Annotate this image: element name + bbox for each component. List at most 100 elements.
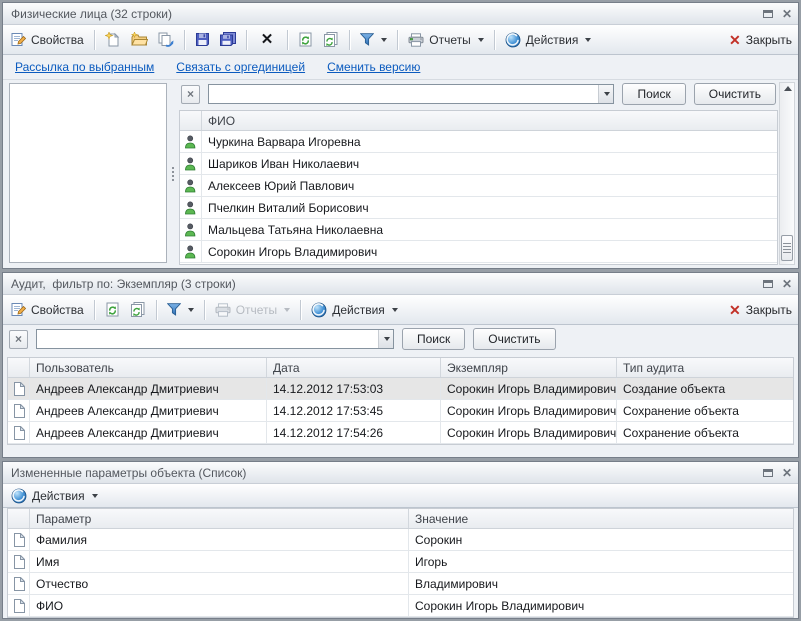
audit-row[interactable]: Андреев Александр Дмитриевич 14.12.2012 …: [8, 422, 793, 444]
link-change-version[interactable]: Сменить версию: [327, 60, 420, 74]
link-send-to-selected[interactable]: Рассылка по выбранным: [15, 60, 154, 74]
filter-icon: [360, 33, 374, 46]
persons-grid-header[interactable]: ФИО: [180, 111, 777, 131]
combo-dropdown-button[interactable]: [598, 85, 613, 103]
link-bind-orgunit[interactable]: Связать с оргединицей: [176, 60, 305, 74]
audit-row[interactable]: Андреев Александр Дмитриевич 14.12.2012 …: [8, 400, 793, 422]
refresh-icon: [298, 32, 313, 47]
param-row[interactable]: ФИО Сорокин Игорь Владимирович: [8, 595, 793, 617]
document-icon: [13, 577, 25, 591]
maximize-icon[interactable]: [763, 10, 773, 18]
document-icon: [13, 599, 25, 613]
toolbar-separator: [397, 30, 398, 50]
params-grid-header[interactable]: Параметр Значение: [8, 509, 793, 529]
app-window: Физические лица (32 строки) ✕ Свойства: [0, 0, 801, 621]
properties-icon: [11, 32, 26, 47]
toolbar-separator: [156, 300, 157, 320]
search-button[interactable]: Поиск: [402, 328, 465, 350]
refresh-button[interactable]: [294, 30, 317, 49]
clear-filter-icon[interactable]: ×: [9, 330, 28, 349]
filter-button[interactable]: [163, 301, 198, 318]
properties-button[interactable]: Свойства: [7, 30, 88, 49]
column-value[interactable]: Значение: [409, 509, 793, 528]
chevron-down-icon: [392, 308, 398, 312]
column-instance[interactable]: Экземпляр: [441, 358, 617, 377]
column-parameter[interactable]: Параметр: [30, 509, 409, 528]
param-row[interactable]: Фамилия Сорокин: [8, 529, 793, 551]
printer-icon: [215, 303, 231, 317]
person-row[interactable]: Мальцева Татьяна Николаевна: [180, 219, 777, 241]
maximize-icon[interactable]: [763, 280, 773, 288]
clear-filter-icon[interactable]: ×: [181, 85, 200, 104]
refresh-all-icon: [323, 32, 339, 47]
delete-button[interactable]: ✕: [253, 30, 282, 49]
column-fio[interactable]: ФИО: [202, 111, 777, 130]
person-row[interactable]: Пчелкин Виталий Борисович: [180, 197, 777, 219]
actions-button[interactable]: Действия: [7, 486, 102, 506]
refresh-all-button[interactable]: [319, 30, 343, 49]
audit-row[interactable]: Андреев Александр Дмитриевич 14.12.2012 …: [8, 378, 793, 400]
save-icon: [195, 32, 210, 47]
actions-button[interactable]: Действия: [501, 30, 596, 50]
search-button[interactable]: Поиск: [622, 83, 685, 105]
close-panel-button[interactable]: ✕ Закрыть: [729, 33, 792, 47]
combo-dropdown-button[interactable]: [378, 330, 393, 348]
chevron-down-icon: [604, 92, 610, 96]
new-record-button[interactable]: [101, 30, 125, 50]
clear-button[interactable]: Очистить: [473, 328, 555, 350]
open-button[interactable]: [127, 30, 152, 49]
audit-grid-header[interactable]: Пользователь Дата Экземпляр Тип аудита: [8, 358, 793, 378]
document-icon: [13, 555, 25, 569]
person-row[interactable]: Сорокин Игорь Владимирович: [180, 241, 777, 263]
document-icon: [13, 533, 25, 547]
printer-icon: [408, 33, 424, 47]
save-all-button[interactable]: [216, 30, 240, 49]
persons-search-row: × Поиск Очистить: [179, 82, 778, 110]
refresh-icon: [105, 302, 120, 317]
close-panel-button[interactable]: ✕ Закрыть: [729, 303, 792, 317]
search-input[interactable]: [37, 330, 378, 348]
refresh-all-button[interactable]: [126, 300, 150, 319]
vertical-scrollbar[interactable]: [779, 82, 795, 265]
toolbar-separator: [184, 30, 185, 50]
chevron-down-icon: [92, 494, 98, 498]
close-icon[interactable]: ✕: [782, 8, 792, 20]
save-button[interactable]: [191, 30, 214, 49]
close-icon[interactable]: ✕: [782, 278, 792, 290]
search-combobox[interactable]: [36, 329, 394, 349]
column-date[interactable]: Дата: [267, 358, 441, 377]
reports-button[interactable]: Отчеты: [404, 31, 487, 49]
scroll-up-icon[interactable]: [784, 86, 792, 91]
document-icon: [13, 426, 25, 440]
close-icon[interactable]: ✕: [782, 467, 792, 479]
panel-persons: Физические лица (32 строки) ✕ Свойства: [2, 2, 799, 269]
chevron-down-icon: [585, 38, 591, 42]
scrollbar-thumb[interactable]: [781, 235, 793, 261]
left-tree-pane[interactable]: [9, 83, 167, 263]
refresh-button[interactable]: [101, 300, 124, 319]
clear-button[interactable]: Очистить: [694, 83, 776, 105]
chevron-down-icon: [381, 38, 387, 42]
search-combobox[interactable]: [208, 84, 614, 104]
audit-grid: Пользователь Дата Экземпляр Тип аудита А…: [7, 357, 794, 445]
search-input[interactable]: [209, 85, 598, 103]
person-row[interactable]: Чуркина Варвара Игоревна: [180, 131, 777, 153]
person-row[interactable]: Алексеев Юрий Павлович: [180, 175, 777, 197]
properties-button[interactable]: Свойства: [7, 300, 88, 319]
column-audit-type[interactable]: Тип аудита: [617, 358, 793, 377]
params-titlebar: Измененные параметры объекта (Список) ✕: [3, 462, 798, 484]
audit-toolbar: Свойства: [3, 295, 798, 325]
maximize-icon[interactable]: [763, 469, 773, 477]
close-red-icon: ✕: [729, 303, 741, 317]
person-row[interactable]: Шариков Иван Николаевич: [180, 153, 777, 175]
toolbar-separator: [287, 30, 288, 50]
vertical-splitter[interactable]: [167, 82, 179, 265]
actions-button[interactable]: Действия: [307, 300, 402, 320]
column-user[interactable]: Пользователь: [30, 358, 267, 377]
filter-button[interactable]: [356, 31, 391, 48]
param-row[interactable]: Отчество Владимирович: [8, 573, 793, 595]
audit-titlebar: Аудит, фильтр по: Экземпляр (3 строки) ✕: [3, 273, 798, 295]
copy-button[interactable]: [154, 30, 178, 50]
param-row[interactable]: Имя Игорь: [8, 551, 793, 573]
chevron-down-icon: [188, 308, 194, 312]
